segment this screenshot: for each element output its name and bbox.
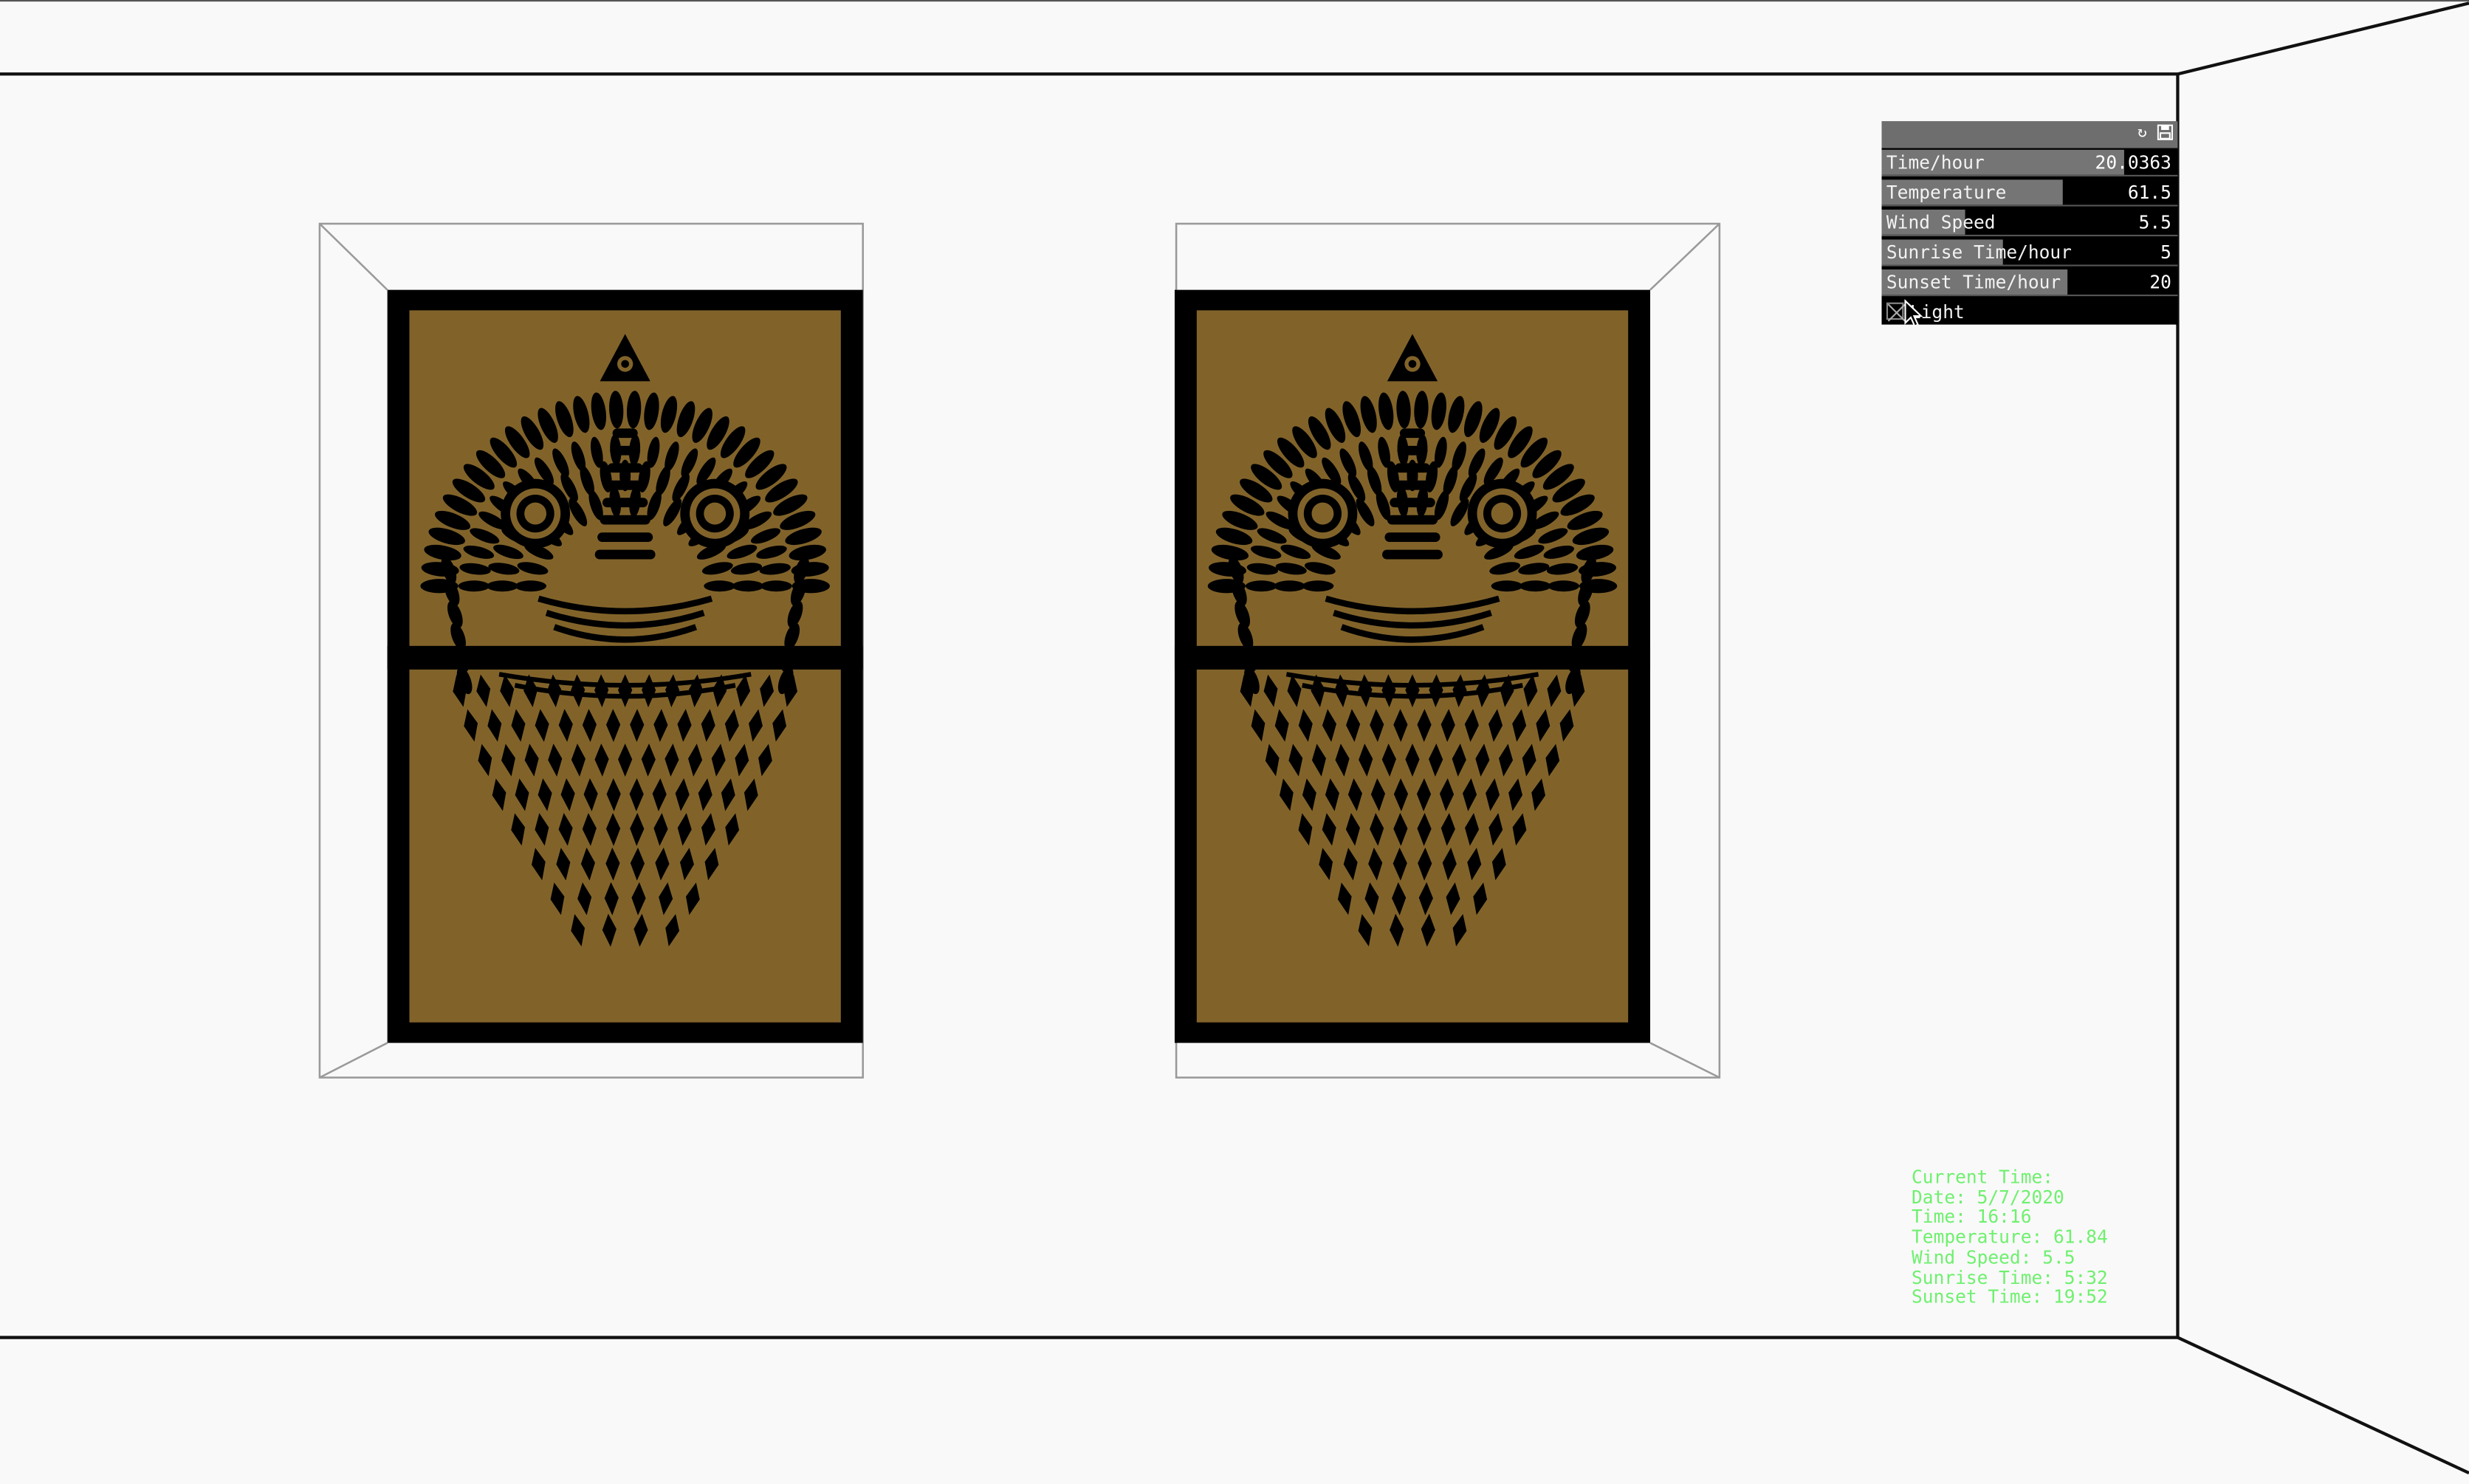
readout-wind-speed: Wind Speed: 5.5 — [1912, 1246, 2075, 1268]
slider-value[interactable]: 5.5 — [2139, 211, 2171, 233]
slider-time-hour[interactable]: Time/hour 20.0363 — [1881, 149, 2178, 176]
weather-readout: Current Time: Date: 5/7/2020 Time: 16:16… — [1912, 1167, 2108, 1308]
slider-value[interactable]: 5 — [2160, 241, 2171, 263]
slider-label: Wind Speed — [1886, 210, 1996, 233]
settings-panel: ↻ Time/hour 20.0363 Temperature 61.5 Wind Sp… — [1881, 121, 2178, 325]
scene-viewport[interactable]: ↻ Time/hour 20.0363 Temperature 61.5 Wind Sp… — [0, 0, 2469, 1484]
save-icon[interactable] — [2156, 124, 2173, 142]
window-pane-art — [1174, 289, 1651, 1043]
readout-date: Date: 5/7/2020 — [1912, 1186, 2064, 1208]
slider-label: Time/hour — [1886, 151, 1985, 174]
slider-value[interactable]: 20 — [2149, 271, 2171, 293]
readout-time: Time: 16:16 — [1912, 1206, 2032, 1229]
slider-label: Temperature — [1886, 181, 2007, 204]
slider-label: Sunrise Time/hour — [1886, 241, 2072, 264]
refresh-icon[interactable]: ↻ — [2134, 125, 2151, 142]
readout-heading: Current Time: — [1912, 1165, 2054, 1188]
slider-value[interactable]: 61.5 — [2128, 181, 2171, 203]
slider-sunset-time-hour[interactable]: Sunset Time/hour 20 — [1881, 269, 2178, 297]
mouse-cursor-icon — [1904, 299, 1923, 328]
slider-sunrise-time-hour[interactable]: Sunrise Time/hour 5 — [1881, 239, 2178, 267]
window-left — [318, 222, 864, 1079]
light-toggle[interactable]: Light — [1881, 299, 2178, 325]
slider-label: Sunset Time/hour — [1886, 271, 2061, 293]
readout-sunrise: Sunrise Time: 5:32 — [1912, 1265, 2108, 1288]
readout-temperature: Temperature: 61.84 — [1912, 1226, 2108, 1248]
slider-wind-speed[interactable]: Wind Speed 5.5 — [1881, 209, 2178, 237]
window-right — [1174, 222, 1721, 1079]
readout-sunset: Sunset Time: 19:52 — [1912, 1285, 2108, 1308]
slider-value[interactable]: 20.0363 — [2095, 151, 2171, 174]
window-pane-art — [387, 289, 863, 1043]
light-checkbox[interactable] — [1886, 302, 1906, 322]
panel-header: ↻ — [1881, 121, 2178, 150]
slider-temperature[interactable]: Temperature 61.5 — [1881, 179, 2178, 207]
